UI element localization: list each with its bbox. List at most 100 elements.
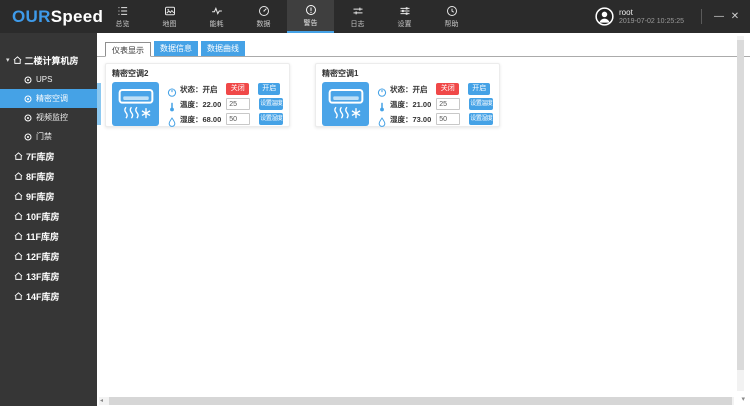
alert-icon: [305, 4, 317, 16]
nav-item-settings[interactable]: 设置: [381, 0, 428, 33]
top-nav: 总览 地图 能耗 数据 警告 日志 设置 帮助: [99, 0, 475, 33]
sidebar-item-9f[interactable]: 9F库房: [0, 186, 97, 206]
sidebar-item-10f[interactable]: 10F库房: [0, 206, 97, 226]
temperature-row: 温度： 22.00: [167, 98, 222, 112]
nav-item-label: 帮助: [444, 20, 459, 28]
temperature-label: 温度：: [180, 99, 203, 109]
home-icon: [14, 232, 23, 240]
close-button[interactable]: ✕: [727, 0, 743, 33]
vertical-scrollbar[interactable]: ▾: [737, 36, 745, 403]
scroll-left-arrow-icon[interactable]: ◂: [100, 397, 103, 405]
nav-item-label: 能耗: [209, 20, 224, 28]
humidity-row: 湿度： 73.00: [377, 113, 432, 127]
help-icon: [446, 5, 458, 17]
turn-on-button[interactable]: 开启: [258, 83, 281, 95]
turn-off-button[interactable]: 关闭: [436, 83, 460, 95]
sidebar-item-precision-ac[interactable]: 精密空调: [0, 89, 97, 108]
turn-off-button[interactable]: 关闭: [226, 83, 250, 95]
tab-gauge-display[interactable]: 仪表显示: [105, 42, 151, 57]
nav-item-data[interactable]: 数据: [240, 0, 287, 33]
sidebar-item-label: 9F库房: [26, 191, 55, 202]
status-value: 开启: [412, 84, 428, 94]
sidebar-item-label: 精密空调: [36, 94, 68, 103]
home-icon: [13, 56, 22, 64]
humidity-label: 湿度：: [180, 114, 203, 124]
vertical-scrollbar-thumb[interactable]: [737, 40, 744, 370]
device-node-icon: [24, 76, 32, 84]
ac-card-2: 精密空调2 状态： 开启 温度： 22.00 湿度： 68.00 关闭 开启 2…: [105, 63, 290, 127]
sidebar-item-13f[interactable]: 13F库房: [0, 266, 97, 286]
sidebar-item-ups[interactable]: UPS: [0, 70, 97, 89]
water-drop-icon: [377, 114, 387, 127]
nav-item-overview[interactable]: 总览: [99, 0, 146, 33]
temp-setpoint-input[interactable]: [226, 98, 251, 110]
humidity-label: 湿度：: [390, 114, 413, 124]
gauge-icon: [258, 5, 270, 17]
set-temperature-button[interactable]: 设置温度: [469, 98, 494, 110]
tab-data-info[interactable]: 数据信息: [154, 41, 198, 56]
sidebar-item-access-control[interactable]: 门禁: [0, 127, 97, 146]
air-conditioner-icon: [322, 82, 369, 126]
nav-item-label: 数据: [256, 20, 271, 28]
set-humidity-button[interactable]: 设置湿度: [259, 113, 284, 125]
nav-item-energy[interactable]: 能耗: [193, 0, 240, 33]
status-label: 状态：: [180, 84, 203, 94]
sidebar-item-label: 7F库房: [26, 151, 55, 162]
nav-item-help[interactable]: 帮助: [428, 0, 475, 33]
turn-on-button[interactable]: 开启: [468, 83, 491, 95]
device-node-icon: [24, 95, 32, 103]
status-value: 开启: [202, 84, 218, 94]
scroll-down-arrow-icon[interactable]: ▾: [741, 395, 745, 403]
control-rows: 关闭 开启 设置温度 设置湿度: [226, 82, 284, 126]
topbar: OURSpeed 总览 地图 能耗 数据 警告 日志 设置 帮助 root 20…: [0, 0, 750, 33]
thermometer-icon: [377, 99, 387, 112]
sidebar-item-11f[interactable]: 11F库房: [0, 226, 97, 246]
temperature-value: 22.00: [202, 99, 222, 109]
nav-item-label: 警告: [303, 19, 318, 27]
settings-icon: [399, 5, 411, 17]
humidity-setpoint-input[interactable]: [226, 113, 251, 125]
device-node-icon: [24, 114, 32, 122]
horizontal-scrollbar-thumb[interactable]: [109, 397, 732, 405]
humidity-setpoint-input[interactable]: [436, 113, 461, 125]
control-rows: 关闭 开启 设置温度 设置湿度: [436, 82, 494, 126]
nav-item-map[interactable]: 地图: [146, 0, 193, 33]
login-timestamp: 2019-07-02 10:25:25: [619, 17, 684, 25]
sidebar-collapse-handle[interactable]: [97, 83, 101, 125]
set-humidity-button[interactable]: 设置湿度: [469, 113, 494, 125]
card-title: 精密空调1: [322, 69, 359, 78]
set-temperature-button[interactable]: 设置温度: [259, 98, 284, 110]
power-icon: [377, 84, 387, 97]
sidebar-item-label: 11F库房: [26, 231, 60, 242]
temp-setpoint-input[interactable]: [436, 98, 461, 110]
device-cards: 精密空调2 状态： 开启 温度： 22.00 湿度： 68.00 关闭 开启 2…: [97, 57, 750, 127]
sidebar-item-label: 12F库房: [26, 251, 60, 262]
nav-item-alerts[interactable]: 警告: [287, 0, 334, 33]
home-icon: [14, 252, 23, 260]
sidebar-item-7f[interactable]: 7F库房: [0, 146, 97, 166]
tab-data-curve[interactable]: 数据曲线: [201, 41, 245, 56]
home-icon: [14, 192, 23, 200]
titlebar-divider: [701, 9, 702, 24]
logo-part-2: Speed: [50, 7, 104, 26]
status-rows: 状态： 开启 温度： 22.00 湿度： 68.00: [167, 82, 222, 127]
log-icon: [352, 5, 364, 17]
horizontal-scrollbar[interactable]: ◂: [99, 397, 734, 405]
minimize-button[interactable]: —: [711, 0, 727, 33]
nav-item-logs[interactable]: 日志: [334, 0, 381, 33]
humidity-value: 73.00: [412, 114, 432, 124]
sidebar-item-14f[interactable]: 14F库房: [0, 286, 97, 306]
user-avatar-icon[interactable]: [595, 7, 614, 26]
sidebar-group-2f-computer-room[interactable]: ▾ 二楼计算机房: [0, 50, 97, 70]
sidebar-item-video-surveillance[interactable]: 视频监控: [0, 108, 97, 127]
temperature-label: 温度：: [390, 99, 413, 109]
sidebar-item-12f[interactable]: 12F库房: [0, 246, 97, 266]
caret-down-icon: ▾: [6, 57, 10, 64]
list-icon: [117, 5, 129, 17]
thermometer-icon: [167, 99, 177, 112]
sidebar-item-8f[interactable]: 8F库房: [0, 166, 97, 186]
humidity-row: 湿度： 68.00: [167, 113, 221, 127]
device-node-icon: [24, 133, 32, 141]
sidebar-item-label: 10F库房: [26, 211, 60, 222]
power-status-row: 状态： 开启: [167, 83, 221, 97]
